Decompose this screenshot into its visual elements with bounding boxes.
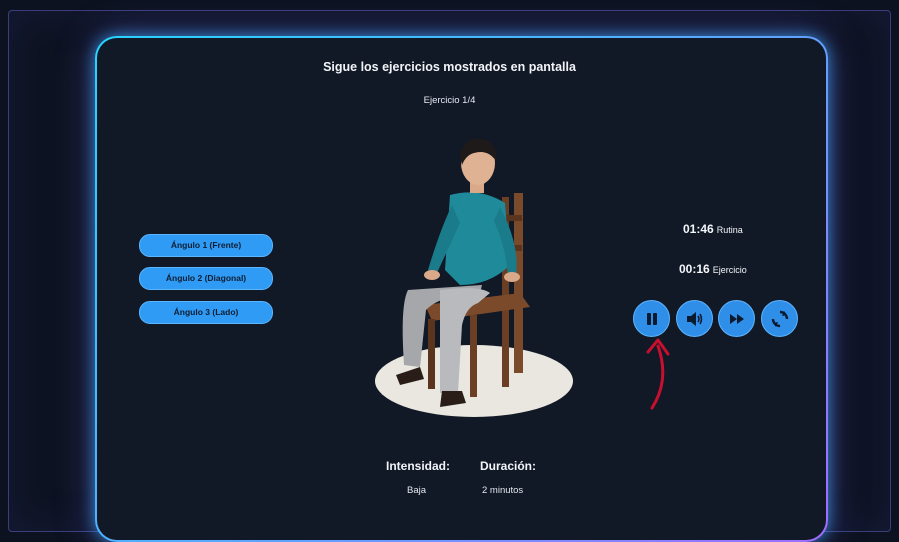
duration-value: 2 minutos <box>482 485 524 496</box>
exercise-label: Ejercicio <box>712 265 747 275</box>
skip-button[interactable] <box>718 300 755 337</box>
routine-label: Rutina <box>716 225 743 235</box>
exercise-time: 00:16 <box>679 262 710 276</box>
restart-button[interactable] <box>761 300 798 337</box>
exercise-counter: Ejercicio 1/4 <box>423 95 476 106</box>
volume-button[interactable] <box>676 300 713 337</box>
volume-icon <box>686 311 702 326</box>
angle-front-button[interactable]: Ángulo 1 (Frente) <box>139 234 273 257</box>
pause-button[interactable] <box>633 300 670 337</box>
page-title: Sigue los ejercicios mostrados en pantal… <box>323 60 576 74</box>
routine-timer: 01:46 Rutina <box>683 222 743 236</box>
angle-diagonal-button[interactable]: Ángulo 2 (Diagonal) <box>139 267 273 290</box>
intensity-label: Intensidad: <box>386 459 451 473</box>
duration-label: Duración: <box>480 459 537 473</box>
skip-forward-icon <box>729 313 744 324</box>
angle-side-button[interactable]: Ángulo 3 (Lado) <box>139 301 273 324</box>
exercise-figure <box>370 135 580 425</box>
intensity-value: Baja <box>407 485 427 496</box>
pause-icon <box>646 312 657 325</box>
restart-icon <box>771 310 788 327</box>
annotation-arrow-icon <box>646 338 670 410</box>
exercise-timer: 00:16 Ejercicio <box>679 262 747 276</box>
routine-time: 01:46 <box>683 222 714 236</box>
